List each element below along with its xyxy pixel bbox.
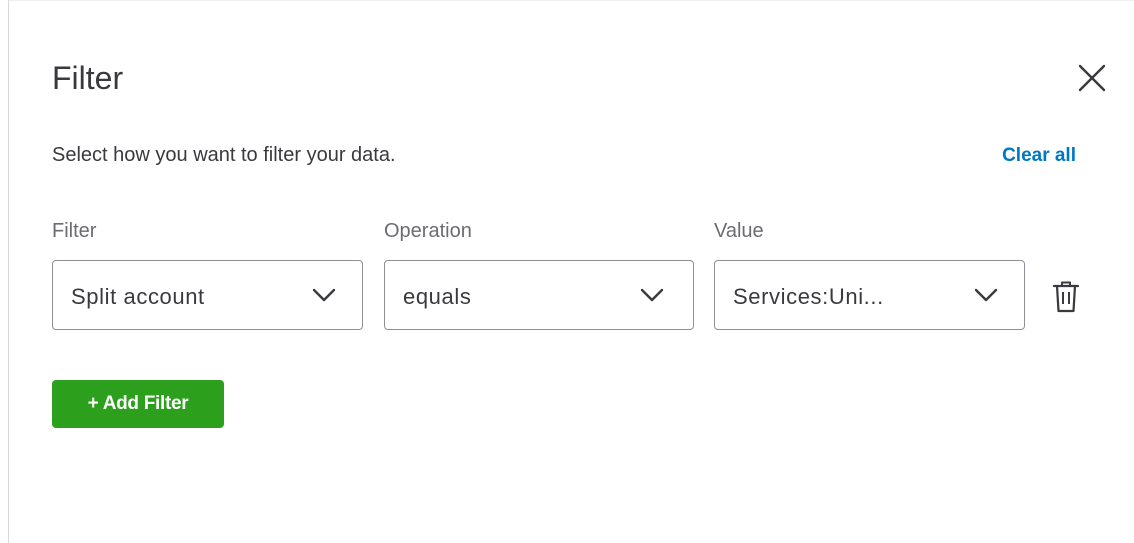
filter-panel: Filter Select how you want to filter you… xyxy=(0,0,1134,543)
filter-label: Filter xyxy=(52,220,97,242)
operation-select[interactable]: equals xyxy=(384,260,694,330)
panel-left-border xyxy=(8,0,9,543)
close-button[interactable] xyxy=(1074,60,1110,96)
clear-all-link[interactable]: Clear all xyxy=(1002,143,1076,169)
filter-select[interactable]: Split account xyxy=(52,260,363,330)
chevron-down-icon xyxy=(640,288,664,302)
delete-filter-button[interactable] xyxy=(1050,280,1082,314)
close-icon xyxy=(1078,64,1106,92)
value-select[interactable]: Services:Uni... xyxy=(714,260,1025,330)
chevron-down-icon xyxy=(312,288,336,302)
value-select-value: Services:Uni... xyxy=(733,284,884,309)
panel-title: Filter xyxy=(52,60,124,96)
chevron-down-icon xyxy=(974,288,998,302)
trash-icon xyxy=(1052,281,1080,313)
value-label: Value xyxy=(714,220,764,242)
operation-label: Operation xyxy=(384,220,472,242)
add-filter-button[interactable]: + Add Filter xyxy=(52,380,224,428)
panel-top-border xyxy=(9,0,1134,1)
filter-select-value: Split account xyxy=(71,284,205,309)
operation-select-value: equals xyxy=(403,284,472,309)
panel-subtitle: Select how you want to filter your data. xyxy=(52,144,396,166)
